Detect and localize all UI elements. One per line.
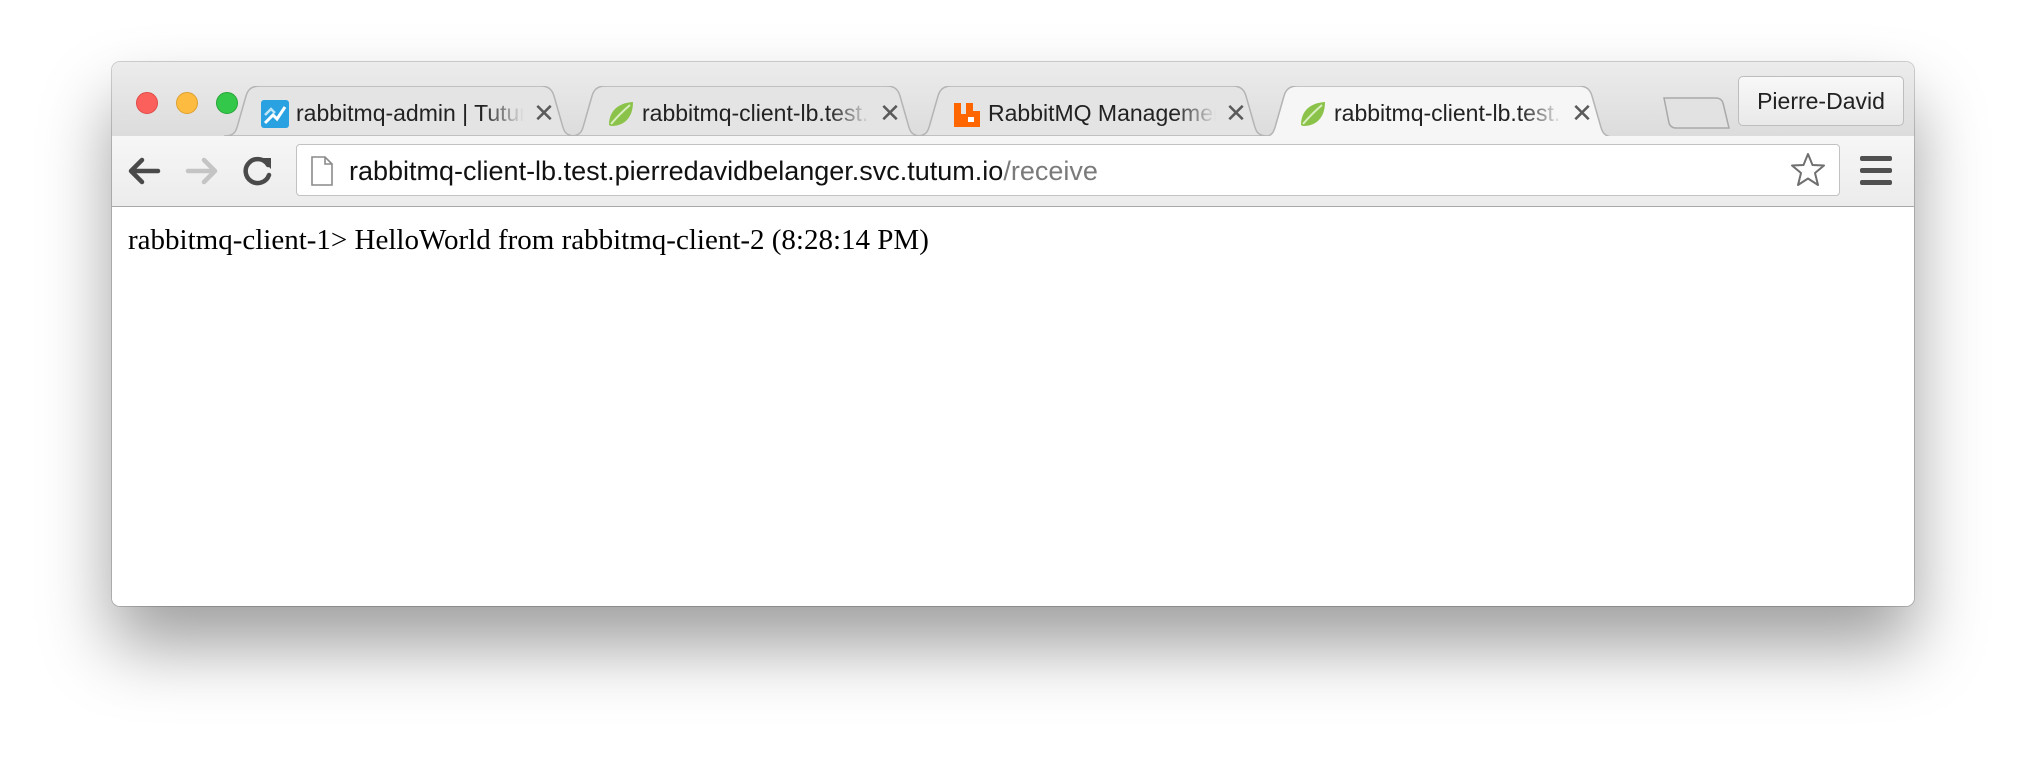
close-tab-icon[interactable]: ✕: [1222, 99, 1250, 127]
url-text: rabbitmq-client-lb.test.pierredavidbelan…: [349, 154, 1098, 188]
rabbitmq-icon: [954, 103, 980, 127]
close-tab-icon[interactable]: ✕: [876, 99, 904, 127]
url-host: rabbitmq-client-lb.test.pierredavidbelan…: [349, 156, 1004, 186]
page-content: rabbitmq-client-1> HelloWorld from rabbi…: [112, 207, 1914, 606]
forward-arrow-icon[interactable]: [182, 151, 222, 191]
tab-title: rabbitmq-client-lb.test.pierredavidbelan…: [1334, 100, 1562, 126]
reload-icon[interactable]: [238, 151, 278, 191]
spring-leaf-icon: [1301, 102, 1325, 126]
menu-icon[interactable]: [1858, 154, 1894, 188]
menu-bar-line: [1860, 156, 1892, 161]
browser-window: rabbitmq-admin | Tutum ✕ rabbitmq-client…: [112, 62, 1914, 606]
tab-rabbitmq-client-lb-active[interactable]: rabbitmq-client-lb.test.pierredavidbelan…: [1262, 86, 1614, 136]
bookmark-star-icon[interactable]: [1789, 151, 1827, 189]
menu-bar-line: [1860, 168, 1892, 173]
url-path: /receive: [1003, 156, 1098, 186]
new-tab-button[interactable]: [1662, 96, 1732, 130]
tutum-icon: [261, 100, 289, 128]
address-bar[interactable]: rabbitmq-client-lb.test.pierredavidbelan…: [296, 144, 1840, 196]
tab-strip: rabbitmq-admin | Tutum ✕ rabbitmq-client…: [112, 62, 1914, 136]
tab-title: rabbitmq-client-lb.test.pierredavidbelan…: [642, 100, 870, 126]
profile-button[interactable]: Pierre-David: [1738, 76, 1904, 126]
close-window-button[interactable]: [136, 92, 158, 114]
menu-bar-line: [1860, 180, 1892, 185]
page-icon: [311, 156, 333, 186]
spring-leaf-icon: [609, 102, 633, 126]
minimize-window-button[interactable]: [176, 92, 198, 114]
tab-title: rabbitmq-admin | Tutum: [296, 100, 524, 126]
toolbar: rabbitmq-client-lb.test.pierredavidbelan…: [112, 136, 1914, 207]
tab-rabbitmq-management[interactable]: RabbitMQ Management ✕: [916, 86, 1268, 136]
tab-title: RabbitMQ Management: [988, 100, 1216, 126]
tab-rabbitmq-admin[interactable]: rabbitmq-admin | Tutum ✕: [224, 86, 576, 136]
received-message: rabbitmq-client-1> HelloWorld from rabbi…: [128, 224, 929, 256]
tab-rabbitmq-client-lb[interactable]: rabbitmq-client-lb.test.pierredavidbelan…: [570, 86, 922, 136]
back-arrow-icon[interactable]: [124, 151, 164, 191]
close-tab-icon[interactable]: ✕: [1568, 99, 1596, 127]
close-tab-icon[interactable]: ✕: [530, 99, 558, 127]
